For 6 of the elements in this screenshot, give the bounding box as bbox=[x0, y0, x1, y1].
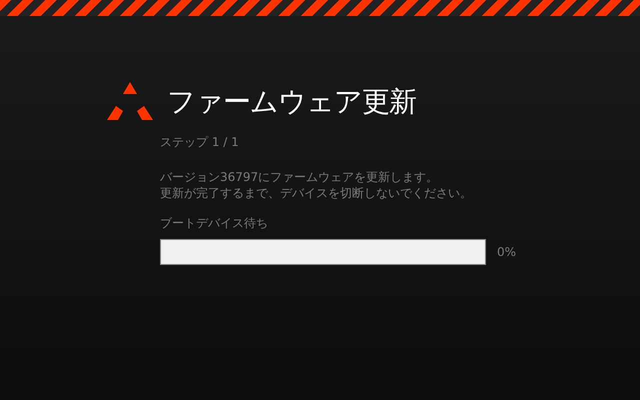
logo-icon bbox=[107, 82, 153, 122]
page-title: ファームウェア更新 bbox=[167, 84, 416, 120]
update-message: バージョン36797にファームウェアを更新します。 更新が完了するまで、デバイスを切断しないでください。 bbox=[160, 169, 473, 201]
progress-status: ブートデバイス待ち bbox=[160, 215, 269, 232]
progress-percent: 0% bbox=[497, 245, 516, 259]
step-counter: ステップ 1 / 1 bbox=[160, 134, 240, 151]
